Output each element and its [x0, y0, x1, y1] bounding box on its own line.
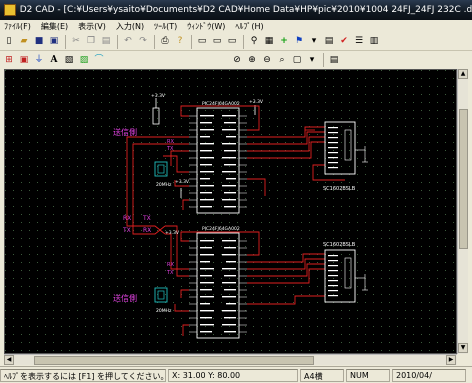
menu-file[interactable]: ﾌｧｲﾙ(F)	[4, 21, 31, 32]
view-toolbar: ⊘ ⊕ ⊖ ⌕ ▢ ▾ ▤	[228, 51, 472, 69]
menu-view[interactable]: 表示(V)	[78, 21, 106, 32]
supply-label-1: +3.3V	[151, 93, 166, 99]
vertical-scrollbar[interactable]: ▲ ▼	[457, 69, 468, 354]
list-icon[interactable]: ☰	[352, 35, 366, 49]
toolbar-separator	[243, 34, 244, 49]
scroll-left-icon[interactable]: ◀	[4, 355, 14, 365]
scroll-right-icon[interactable]: ▶	[446, 355, 456, 365]
send-label-top: 送信側	[113, 127, 137, 137]
toolbar-separator	[117, 34, 118, 49]
horizontal-scroll-thumb[interactable]	[34, 356, 314, 365]
stack-icon[interactable]: ▥	[367, 35, 381, 49]
binoculars-icon[interactable]: ⚲	[247, 35, 261, 49]
print-icon[interactable]: ⎙	[158, 35, 172, 49]
rx-label-1: RX	[123, 215, 131, 222]
line-icon[interactable]: ▧	[62, 53, 76, 67]
status-coordinates: X: 31.00 Y: 80.00	[168, 368, 298, 382]
image-icon[interactable]: ▨	[77, 53, 91, 67]
rx-label-2: RX	[143, 227, 151, 234]
schematic-drawing: +3.3V PIC24FJ64GA002 +3.3V 20MHz +3.3V 送…	[5, 70, 456, 353]
status-paper-size: A4横	[300, 368, 344, 382]
redo-icon[interactable]: ↷	[136, 35, 150, 49]
scroll-down-icon[interactable]: ▼	[458, 343, 468, 353]
window-a-icon[interactable]: ▭	[195, 35, 209, 49]
status-bar: ﾍﾙﾌﾟを表示するには [F1] を押してください。 X: 31.00 Y: 8…	[0, 366, 472, 383]
menu-bar: ﾌｧｲﾙ(F) 編集(E) 表示(V) 入力(N) ﾂｰﾙ(T) ｳｨﾝﾄﾞｳ(…	[0, 20, 472, 33]
toolbar-separator	[154, 34, 155, 49]
save-icon[interactable]: ■	[32, 35, 46, 49]
menu-edit[interactable]: 編集(E)	[41, 21, 68, 32]
new-file-icon[interactable]: ▯	[2, 35, 16, 49]
tx-label-2: TX	[122, 227, 131, 234]
status-num-lock: NUM	[346, 368, 390, 382]
window-c-icon[interactable]: ▭	[225, 35, 239, 49]
help-icon[interactable]: ?	[173, 35, 187, 49]
cut-icon[interactable]: ✂	[69, 35, 83, 49]
tx-label-top: TX	[166, 146, 174, 152]
lcd-label-bottom: SC1602BSLB	[323, 242, 356, 248]
save-all-icon[interactable]: ▣	[47, 35, 61, 49]
table-icon[interactable]: ▤	[322, 35, 336, 49]
pointer-icon[interactable]: ⊞	[2, 53, 16, 67]
toolbar-separator	[65, 34, 66, 49]
toolbar-separator	[191, 34, 192, 49]
lcd-label-top: SC1602BSLB	[323, 186, 356, 192]
app-icon	[4, 4, 16, 16]
zoom-icon[interactable]: ⌕	[275, 53, 289, 67]
app-window: D2 CAD - [C:¥Users¥ysaito¥Documents¥D2 C…	[0, 0, 472, 383]
zoom-window-icon[interactable]: ▢	[290, 53, 304, 67]
component-icon[interactable]: ▣	[17, 53, 31, 67]
main-toolbar: ▯ ▰ ■ ▣ ✂ ❐ ▤ ↶ ↷ ⎙ ? ▭ ▭ ▭ ⚲ ▦ + ⚑ ▾ ▤ …	[0, 33, 472, 51]
status-date: 2010/04/	[392, 368, 466, 382]
horizontal-scrollbar[interactable]: ◀ ▶	[4, 354, 457, 365]
window-b-icon[interactable]: ▭	[210, 35, 224, 49]
zoom-in-icon[interactable]: ⊕	[245, 53, 259, 67]
menu-help[interactable]: ﾍﾙﾌﾟ(H)	[235, 21, 263, 32]
chip-label-bottom: PIC24FJ64GA002	[202, 226, 240, 232]
check-icon[interactable]: ✔	[337, 35, 351, 49]
vertical-scroll-thumb[interactable]	[459, 109, 468, 249]
rx-label-bottom: RX	[167, 262, 174, 268]
schematic-canvas[interactable]: +3.3V PIC24FJ64GA002 +3.3V 20MHz +3.3V 送…	[4, 69, 457, 354]
tx-label-1: TX	[142, 215, 151, 222]
xtal-label-top: 20MHz	[156, 182, 172, 188]
zoom-dropdown-icon[interactable]: ▾	[305, 53, 319, 67]
supply-label-2: +3.3V	[249, 99, 264, 105]
send-label-bottom: 送信側	[113, 293, 137, 303]
dropdown-icon[interactable]: ▾	[307, 35, 321, 49]
title-bar: D2 CAD - [C:¥Users¥ysaito¥Documents¥D2 C…	[0, 0, 472, 20]
text-icon[interactable]: A	[47, 53, 61, 67]
xtal-label-bottom: 20MHz	[156, 308, 172, 314]
properties-icon[interactable]: ▤	[327, 53, 341, 67]
power-icon[interactable]: ⏚	[32, 53, 46, 67]
toolbar-separator	[323, 53, 324, 67]
zoom-out-icon[interactable]: ⊖	[260, 53, 274, 67]
paste-icon[interactable]: ▤	[99, 35, 113, 49]
supply-label-4: +3.3V	[165, 230, 180, 236]
arc-icon[interactable]: ⌒	[92, 53, 106, 67]
rx-label-top: RX	[167, 139, 174, 145]
open-folder-icon[interactable]: ▰	[17, 35, 31, 49]
undo-icon[interactable]: ↶	[121, 35, 135, 49]
menu-tools[interactable]: ﾂｰﾙ(T)	[154, 21, 177, 32]
menu-window[interactable]: ｳｨﾝﾄﾞｳ(W)	[187, 21, 225, 32]
add-plus-icon[interactable]: +	[277, 35, 291, 49]
scroll-up-icon[interactable]: ▲	[458, 69, 468, 79]
copy-icon[interactable]: ❐	[84, 35, 98, 49]
supply-label-3: +3.3V	[175, 179, 190, 185]
rotate-icon[interactable]: ⊘	[230, 53, 244, 67]
menu-input[interactable]: 入力(N)	[116, 21, 144, 32]
window-title: D2 CAD - [C:¥Users¥ysaito¥Documents¥D2 C…	[19, 5, 472, 15]
tx-label-bottom: TX	[166, 270, 174, 276]
grid-icon[interactable]: ▦	[262, 35, 276, 49]
flag-icon[interactable]: ⚑	[292, 35, 306, 49]
status-help-text: ﾍﾙﾌﾟを表示するには [F1] を押してください。	[0, 368, 166, 382]
